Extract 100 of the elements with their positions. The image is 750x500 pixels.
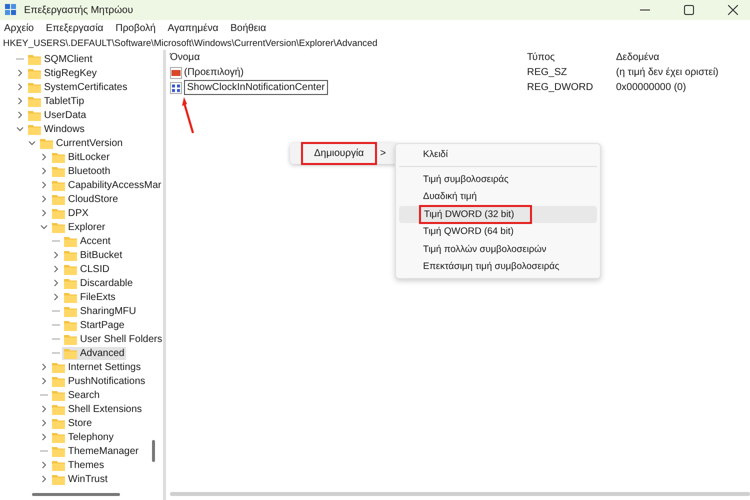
- menu-item[interactable]: Τιμή QWORD (64 bit): [399, 223, 597, 240]
- tree-item[interactable]: SharingMFU: [62, 304, 138, 318]
- menu-item-label: Επεκτάσιμη τιμή συμβολοσειράς: [423, 261, 560, 272]
- tree-item-label: Shell Extensions: [68, 404, 142, 414]
- column-header[interactable]: Δεδομένα: [616, 52, 660, 63]
- tree-item[interactable]: CLSID: [62, 262, 112, 276]
- tree-item[interactable]: Search: [50, 388, 102, 402]
- folder-icon: [52, 432, 65, 442]
- tree-item[interactable]: SQMClient: [26, 52, 94, 66]
- tree-item-label: StigRegKey: [44, 68, 97, 78]
- menu-item[interactable]: Δυαδική τιμή: [399, 188, 597, 206]
- folder-icon: [40, 138, 53, 148]
- tree-item-label: Advanced: [80, 348, 124, 358]
- folder-icon: [64, 348, 77, 358]
- tree-item[interactable]: Store: [50, 416, 94, 430]
- menu-item[interactable]: Δημιουργία >: [290, 143, 398, 164]
- address-bar[interactable]: HKEY_USERS\.DEFAULT\Software\Microsoft\Windows\CurrentVersion\Explorer\Advanced: [0, 36, 750, 50]
- folder-icon: [52, 166, 65, 176]
- tree-item[interactable]: WinTrust: [50, 472, 110, 486]
- value-data: 0x00000000 (0): [616, 82, 686, 93]
- value-name: (Προεπιλογή): [184, 67, 244, 78]
- tree-item[interactable]: CloudStore: [50, 192, 120, 206]
- chevron-down-icon[interactable]: [40, 223, 48, 231]
- tree-item[interactable]: StigRegKey: [26, 66, 99, 80]
- menu-item[interactable]: Επεκτάσιμη τιμή συμβολοσειράς: [399, 258, 597, 276]
- menu-item-label: Τιμή πολλών συμβολοσειρών: [423, 244, 546, 255]
- tree-item[interactable]: Accent: [62, 234, 113, 248]
- folder-icon: [52, 152, 65, 162]
- tree-item-label: TabletTip: [44, 96, 84, 106]
- tree-item[interactable]: Explorer: [50, 220, 108, 234]
- menu-item[interactable]: Τιμή πολλών συμβολοσειρών: [399, 240, 597, 258]
- folder-icon: [28, 68, 41, 78]
- tree-item[interactable]: CurrentVersion: [38, 136, 125, 150]
- tree-item-label: Telephony: [68, 432, 114, 442]
- tree-item-label: FileExts: [80, 292, 116, 302]
- tree-item[interactable]: Internet Settings: [50, 360, 143, 374]
- tree-item-label: Search: [68, 390, 100, 400]
- menu-item[interactable]: Τιμή DWORD (32 bit): [399, 206, 597, 223]
- value-type: REG_DWORD: [527, 82, 594, 93]
- folder-icon: [52, 180, 65, 190]
- tree-item[interactable]: Shell Extensions: [50, 402, 144, 416]
- tree-item[interactable]: DPX: [50, 206, 91, 220]
- tree-item-label: Internet Settings: [68, 362, 141, 372]
- tree-item[interactable]: StartPage: [62, 318, 126, 332]
- menu-item[interactable]: Προβολή: [115, 22, 156, 34]
- tree-item[interactable]: BitBucket: [62, 248, 124, 262]
- folder-icon: [28, 110, 41, 120]
- tree-item[interactable]: SystemCertificates: [26, 80, 130, 94]
- close-icon[interactable]: [728, 5, 738, 15]
- folder-icon: [28, 124, 41, 134]
- tree-item-label: WinTrust: [68, 474, 108, 484]
- folder-icon: [64, 278, 77, 288]
- tree-item-label: SystemCertificates: [44, 82, 128, 92]
- tree-item-label: Windows: [44, 124, 85, 134]
- tree-item[interactable]: UserData: [26, 108, 88, 122]
- tree-item[interactable]: TabletTip: [26, 94, 86, 108]
- rename-field[interactable]: ShowClockInNotificationCenter: [184, 80, 328, 95]
- tree-item[interactable]: User Shell Folders: [62, 332, 163, 346]
- menu-item[interactable]: Επεξεργασία: [46, 22, 104, 34]
- tree-item[interactable]: Themes: [50, 458, 106, 472]
- tree-item[interactable]: CapabilityAccessMar: [50, 178, 163, 192]
- scrollbar-thumb[interactable]: [152, 440, 155, 462]
- tree-item[interactable]: PushNotifications: [50, 374, 148, 388]
- menu-item[interactable]: Αρχείο: [4, 22, 34, 34]
- tree-item-label: Discardable: [80, 278, 133, 288]
- maximize-icon[interactable]: [684, 5, 694, 15]
- menu-item[interactable]: Βοήθεια: [230, 22, 266, 34]
- menu-item[interactable]: Τιμή συμβολοσειράς: [399, 170, 597, 188]
- tree-item-label: Accent: [80, 236, 111, 246]
- folder-icon: [64, 250, 77, 260]
- binary-value-icon: [170, 82, 182, 94]
- tree-item[interactable]: BitLocker: [50, 150, 112, 164]
- tree-item-label: SharingMFU: [80, 306, 136, 316]
- tree-item[interactable]: Telephony: [50, 430, 116, 444]
- scrollbar-thumb[interactable]: [32, 493, 120, 496]
- tree-item[interactable]: Discardable: [62, 276, 135, 290]
- tree-item-label: DPX: [68, 208, 89, 218]
- folder-icon: [52, 446, 65, 456]
- folder-icon: [52, 376, 65, 386]
- window-title: Επεξεργαστής Μητρώου: [24, 4, 134, 16]
- menu-item[interactable]: Αγαπημένα: [168, 22, 218, 34]
- tree-item[interactable]: Advanced: [62, 346, 126, 360]
- folder-icon: [52, 404, 65, 414]
- menu-item[interactable]: Κλειδί: [399, 146, 597, 164]
- value-type: REG_SZ: [527, 67, 568, 78]
- folder-icon: [64, 264, 77, 274]
- tree-item-label: Bluetooth: [68, 166, 110, 176]
- folder-icon: [64, 320, 77, 330]
- tree-item-label: PushNotifications: [68, 376, 146, 386]
- tree-item[interactable]: ThemeManager: [50, 444, 141, 458]
- tree-item-label: Explorer: [68, 222, 106, 232]
- tree-item-label: Themes: [68, 460, 104, 470]
- tree-item[interactable]: Windows: [26, 122, 87, 136]
- folder-icon: [52, 390, 65, 400]
- column-header[interactable]: Τύπος: [527, 52, 616, 63]
- tree-item[interactable]: Bluetooth: [50, 164, 112, 178]
- column-header[interactable]: Όνομα: [170, 52, 527, 63]
- folder-icon: [52, 474, 65, 484]
- tree-item-label: CapabilityAccessMar: [68, 180, 162, 190]
- tree-item[interactable]: FileExts: [62, 290, 118, 304]
